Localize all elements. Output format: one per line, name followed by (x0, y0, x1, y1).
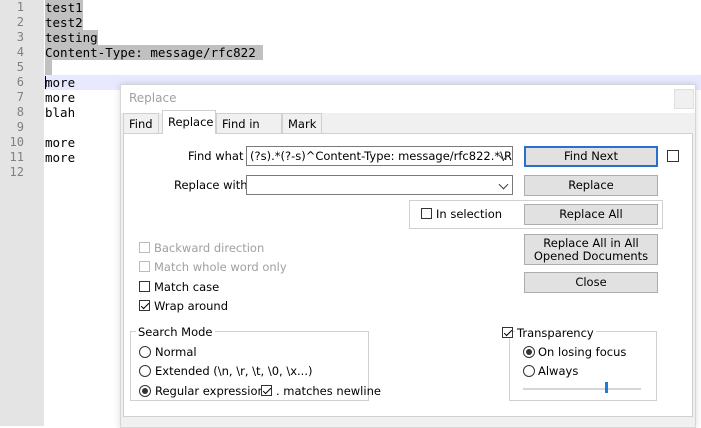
editor-line-empty-selected[interactable] (45, 60, 52, 75)
match-case-checkbox[interactable] (139, 281, 150, 292)
tab-replace[interactable]: Replace (162, 110, 216, 134)
find-what-value: (?s).*(?-s)^Content-Type: message/rfc822… (250, 149, 513, 163)
line-number: 8 (16, 105, 24, 119)
backward-direction-label: Backward direction (154, 241, 265, 255)
match-case-label: Match case (154, 280, 220, 294)
tab-mark[interactable]: Mark (282, 113, 322, 133)
editor-line[interactable]: more (45, 75, 75, 90)
editor-line[interactable]: blah (45, 105, 75, 120)
find-what-input[interactable]: (?s).*(?-s)^Content-Type: message/rfc822… (246, 146, 513, 166)
in-selection-label: In selection (436, 207, 503, 221)
replace-button[interactable]: Replace (524, 175, 658, 196)
normal-label: Normal (155, 345, 197, 359)
tab-find[interactable]: Find (123, 113, 159, 133)
matches-newline-checkbox[interactable] (261, 385, 272, 396)
dialog-title: Replace (129, 91, 177, 105)
line-number: 5 (16, 60, 24, 74)
editor-line[interactable]: test2 (45, 15, 83, 30)
regex-label: Regular expression (155, 384, 265, 398)
regex-radio[interactable] (139, 385, 151, 397)
extended-label: Extended (\n, \r, \t, \0, \x...) (155, 364, 313, 378)
chevron-down-icon[interactable] (498, 179, 509, 190)
line-number: 10 (9, 135, 24, 149)
wrap-around-label: Wrap around (154, 299, 229, 313)
on-losing-focus-radio[interactable] (523, 346, 535, 358)
dialog-titlebar[interactable]: Replace (121, 85, 695, 113)
line-number: 7 (16, 90, 24, 104)
replace-all-opened-button[interactable]: Replace All in All Opened Documents (524, 234, 658, 265)
editor-line[interactable]: Content-Type: message/rfc822 (45, 45, 264, 60)
matches-newline-label: . matches newline (276, 384, 381, 398)
extra-checkbox[interactable] (667, 150, 679, 162)
dialog-close-icon[interactable] (674, 89, 694, 109)
line-number: 12 (9, 165, 24, 179)
match-whole-word-checkbox[interactable] (139, 261, 150, 272)
on-losing-focus-label: On losing focus (538, 345, 627, 359)
replace-with-input[interactable] (246, 175, 513, 195)
match-whole-word-label: Match whole word only (154, 260, 287, 274)
normal-radio[interactable] (139, 346, 151, 358)
search-mode-label: Search Mode (136, 325, 215, 339)
editor-line[interactable]: testing (45, 30, 98, 45)
transparency-checkbox[interactable] (502, 327, 513, 338)
find-what-label: Find what : (188, 149, 251, 163)
line-number: 1 (16, 0, 24, 14)
transparency-slider-thumb[interactable] (604, 382, 608, 393)
backward-direction-checkbox[interactable] (139, 242, 150, 253)
line-number: 9 (16, 120, 24, 134)
close-button[interactable]: Close (524, 272, 658, 293)
always-label: Always (538, 364, 579, 378)
wrap-around-checkbox[interactable] (139, 300, 150, 311)
tab-find-in-files[interactable]: Find in Files (216, 113, 282, 151)
line-number: 6 (16, 75, 24, 89)
line-number: 11 (9, 150, 24, 164)
editor-line[interactable]: more (45, 150, 75, 165)
editor-line[interactable]: more (45, 90, 75, 105)
in-selection-checkbox[interactable] (421, 208, 432, 219)
line-number: 4 (16, 45, 24, 59)
line-number: 2 (16, 15, 24, 29)
editor-line[interactable]: more (45, 135, 75, 150)
transparency-slider-track[interactable] (523, 388, 641, 390)
replace-all-button[interactable]: Replace All (524, 204, 658, 225)
line-number: 3 (16, 30, 24, 44)
transparency-label: Transparency (515, 326, 596, 340)
extended-radio[interactable] (139, 365, 151, 377)
always-radio[interactable] (523, 365, 535, 377)
find-next-button[interactable]: Find Next (524, 146, 658, 167)
text-caret (45, 76, 46, 89)
replace-with-label: Replace with : (174, 178, 256, 192)
editor-line[interactable]: test1 (45, 0, 83, 15)
